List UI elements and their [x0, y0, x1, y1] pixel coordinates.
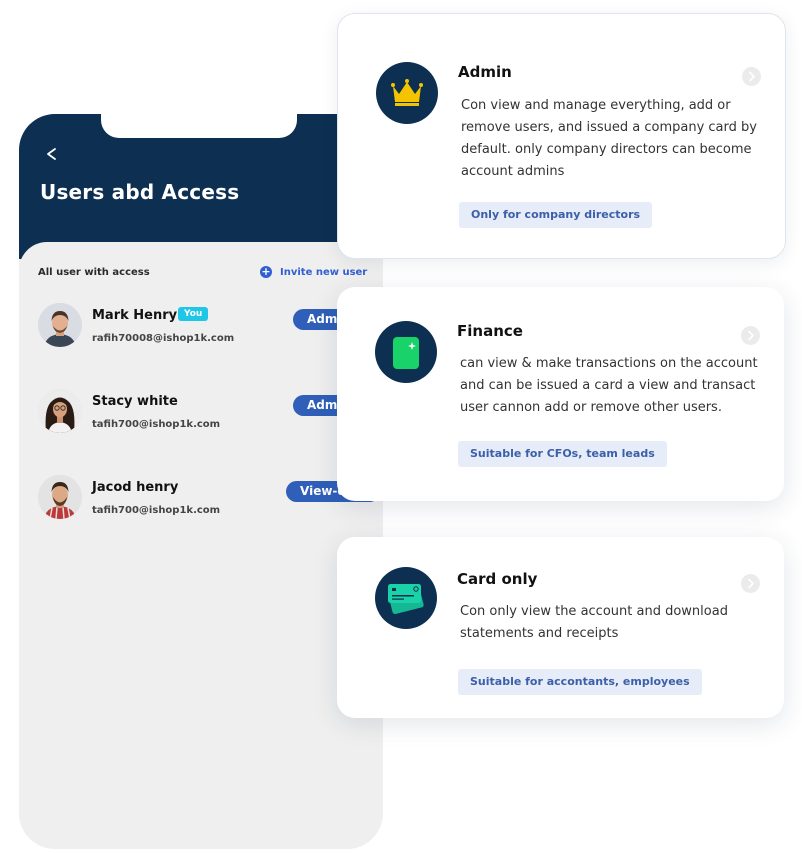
role-title: Admin: [458, 63, 512, 81]
you-badge: You: [178, 307, 209, 321]
user-email: tafih700@ishop1k.com: [92, 505, 221, 516]
user-email: rafih70008@ishop1k.com: [92, 333, 235, 344]
crown-icon: [376, 62, 438, 124]
role-card-admin[interactable]: Admin Con view and manage everything, ad…: [337, 13, 786, 259]
role-card-finance[interactable]: Finance can view & make transactions on …: [337, 287, 784, 501]
chevron-right-icon: [748, 578, 755, 589]
list-item[interactable]: Jacod henry tafih700@ishop1k.com View-on…: [38, 475, 383, 525]
user-name: Mark Henry: [92, 308, 178, 323]
page-title: Users abd Access: [40, 180, 240, 204]
role-description: Con view and manage everything, add or r…: [461, 98, 757, 179]
list-item[interactable]: Stacy white tafih700@ishop1k.com Admin: [38, 389, 383, 439]
phone-mockup: Users abd Access All user with access + …: [19, 114, 383, 849]
role-title: Finance: [457, 322, 523, 340]
role-tag: Suitable for CFOs, team leads: [458, 441, 667, 467]
user-list-panel: All user with access + Invite new user M…: [19, 242, 383, 849]
list-heading: All user with access: [38, 267, 150, 278]
back-button[interactable]: [39, 140, 67, 168]
avatar: [38, 303, 82, 347]
credit-cards-icon: [375, 567, 437, 629]
chevron-right-icon: [749, 71, 756, 82]
user-email: tafih700@ishop1k.com: [92, 419, 221, 430]
invite-label: Invite new user: [280, 266, 368, 278]
role-description: can view & make transactions on the acco…: [460, 356, 758, 415]
user-name: Stacy white: [92, 394, 178, 409]
avatar: [38, 475, 82, 519]
user-name: Jacod henry: [92, 480, 179, 495]
chevron-right-icon: [748, 330, 755, 341]
chevron-right-button[interactable]: [742, 67, 761, 86]
phone-header: Users abd Access: [19, 114, 383, 259]
role-tag: Only for company directors: [459, 202, 653, 228]
invite-user-button[interactable]: + Invite new user: [260, 266, 367, 278]
chevron-right-button[interactable]: [741, 326, 760, 345]
list-item[interactable]: Mark Henry You rafih70008@ishop1k.com Ad…: [38, 303, 383, 353]
role-description: Con only view the account and download s…: [460, 604, 728, 641]
role-card-card-only[interactable]: Card only Con only view the account and …: [337, 537, 784, 718]
plus-circle-icon: +: [260, 265, 272, 278]
role-tag: Suitable for accontants, employees: [458, 669, 702, 695]
avatar: [38, 389, 82, 433]
chevron-right-button[interactable]: [741, 574, 760, 593]
chevron-left-icon: [47, 148, 56, 160]
role-title: Card only: [457, 570, 538, 588]
card-sparkle-icon: [375, 321, 437, 383]
phone-notch: [101, 114, 297, 138]
